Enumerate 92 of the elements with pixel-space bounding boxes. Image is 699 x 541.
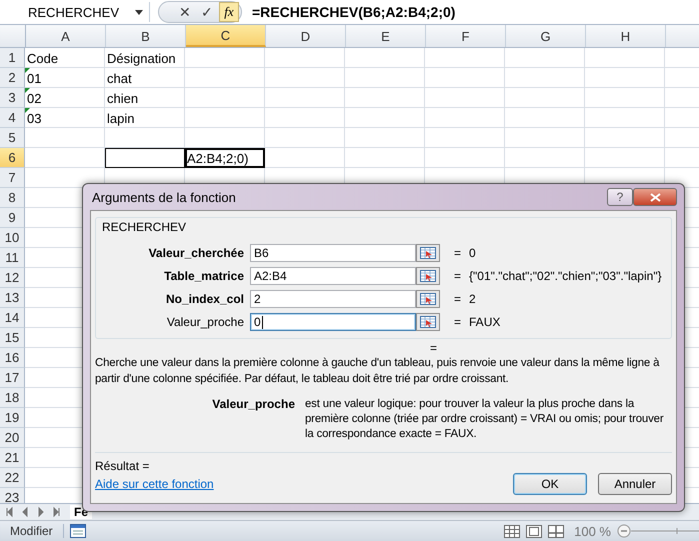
equals-sign: =: [454, 269, 462, 283]
row-header[interactable]: 9: [0, 208, 25, 228]
function-description: Cherche une valeur dans la première colonne à gauche d'un tableau, puis renvoie une valeur dans la même ligne à partir d'une colonne spécifiée. Par défaut, le tableau doit être trié par ordre croissant.: [95, 356, 660, 387]
argument-label: No_index_col: [164, 292, 245, 306]
function-name: RECHERCHEV: [102, 220, 188, 234]
enter-button[interactable]: ✓: [197, 3, 217, 21]
row-header[interactable]: 19: [0, 408, 25, 428]
column-header[interactable]: A: [26, 25, 106, 47]
collapse-dialog-icon: [420, 316, 436, 328]
dialog-button[interactable]: Annuler: [598, 473, 672, 495]
row-header[interactable]: 3: [0, 88, 25, 108]
argument-result: 0: [469, 246, 476, 260]
row-header[interactable]: 17: [0, 368, 25, 388]
dialog-title: Arguments de la fonction: [91, 190, 237, 204]
argument-field[interactable]: 2: [250, 290, 416, 308]
page-layout-icon[interactable]: [526, 524, 542, 538]
row-header[interactable]: 5: [0, 128, 25, 148]
row-header[interactable]: 21: [0, 448, 25, 468]
argument-label: Valeur_cherchée: [148, 246, 245, 260]
table-cell-text: Code: [26, 50, 60, 68]
name-box[interactable]: RECHERCHEV: [0, 2, 150, 22]
row-header[interactable]: 20: [0, 428, 25, 448]
error-indicator-icon: [25, 108, 30, 113]
table-cell-text: chat: [106, 70, 133, 88]
range-select-button[interactable]: [416, 267, 440, 285]
help-button[interactable]: ?: [607, 188, 633, 206]
table-cell: 03: [25, 108, 105, 128]
row-header[interactable]: 15: [0, 328, 25, 348]
table-cell: 01: [25, 68, 105, 88]
cancel-button[interactable]: ✕: [175, 3, 195, 21]
argument-result: FAUX: [469, 315, 500, 329]
close-icon: [650, 192, 660, 202]
row-header[interactable]: 8: [0, 188, 25, 208]
collapse-dialog-icon: [420, 293, 436, 305]
column-header[interactable]: E: [346, 25, 426, 47]
column-header[interactable]: H: [586, 25, 666, 47]
row-header[interactable]: 16: [0, 348, 25, 368]
row-header[interactable]: 12: [0, 268, 25, 288]
collapse-dialog-icon: [420, 247, 436, 259]
range-select-button[interactable]: [416, 290, 440, 308]
row-header[interactable]: 4: [0, 108, 25, 128]
argument-help-text: est une valeur logique: pour trouver la valeur la plus proche dans la première colonne (triée par ordre croissant) = VRAI ou omis; pour trouver la correspondance exacte = FAUX.: [305, 397, 664, 442]
argument-result: 2: [469, 292, 476, 306]
argument-help-name: Valeur_proche: [211, 397, 296, 413]
insert-function-button[interactable]: fx: [219, 2, 239, 22]
row-header[interactable]: 1: [0, 48, 25, 68]
equals-sign: =: [454, 292, 462, 306]
column-header[interactable]: F: [426, 25, 506, 47]
zoom-level: 100 %: [574, 524, 611, 538]
table-cell: 02: [25, 88, 105, 108]
row-header[interactable]: 13: [0, 288, 25, 308]
macro-record-icon[interactable]: [70, 524, 86, 538]
column-header[interactable]: D: [266, 25, 346, 47]
row-header[interactable]: 7: [0, 168, 25, 188]
error-indicator-icon: [25, 68, 30, 73]
row-header[interactable]: 2: [0, 68, 25, 88]
equals-sign: =: [454, 315, 462, 329]
range-select-button[interactable]: [416, 313, 440, 331]
row-header[interactable]: 18: [0, 388, 25, 408]
error-indicator-icon: [25, 88, 30, 93]
argument-field[interactable]: A2:B4: [250, 267, 416, 285]
row-header[interactable]: 22: [0, 468, 25, 488]
zoom-slider-drawing[interactable]: [617, 524, 699, 538]
table-cell-text: lapin: [106, 110, 136, 128]
formula-field[interactable]: =RECHERCHEV(B6;A2:B4;2;0): [252, 4, 456, 20]
column-header[interactable]: C: [186, 25, 266, 47]
row-header[interactable]: 11: [0, 248, 25, 268]
row-header[interactable]: 14: [0, 308, 25, 328]
argument-field[interactable]: B6: [250, 244, 416, 262]
formula-result: =: [430, 341, 438, 355]
close-button[interactable]: [633, 188, 677, 206]
status-mode: Modifier: [0, 524, 64, 538]
row-header[interactable]: 10: [0, 228, 25, 248]
collapse-dialog-icon: [420, 270, 436, 282]
argument-field[interactable]: 0: [250, 313, 416, 331]
range-select-button[interactable]: [416, 244, 440, 262]
result-label: Résultat =: [95, 459, 150, 473]
row-header[interactable]: 23: [0, 488, 25, 503]
equals-sign: =: [454, 246, 462, 260]
help-link[interactable]: Aide sur cette fonction: [95, 477, 214, 491]
table-cell-text: chien: [106, 90, 140, 108]
argument-result: {"01"."chat";"02"."chien";"03"."lapin"}: [469, 269, 662, 283]
argument-label: Table_matrice: [163, 269, 245, 283]
active-cell: A2:B4;2;0): [185, 148, 265, 168]
page-break-icon[interactable]: [548, 524, 564, 538]
argument-label: Valeur_proche: [166, 315, 245, 329]
dialog-button[interactable]: OK: [513, 473, 587, 495]
normal-view-icon[interactable]: [504, 524, 520, 538]
table-cell-text: Désignation: [106, 50, 177, 68]
row-header[interactable]: 6: [0, 148, 25, 168]
dropdown-icon: [135, 10, 143, 14]
column-header[interactable]: G: [506, 25, 586, 47]
